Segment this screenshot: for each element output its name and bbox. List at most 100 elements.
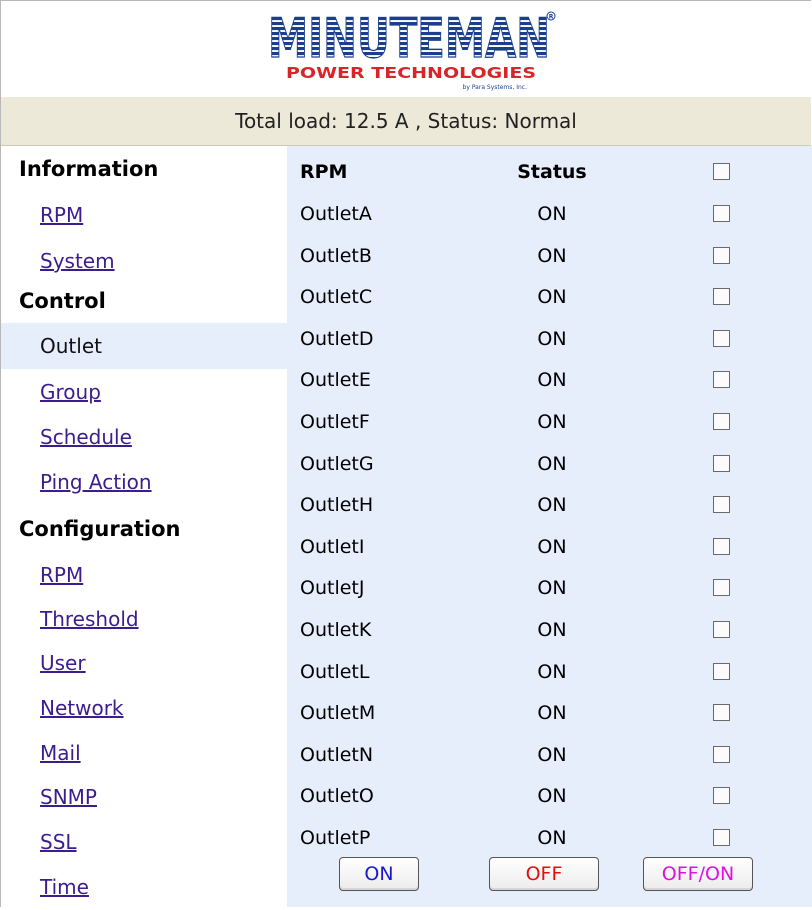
sidebar-link[interactable]: User bbox=[1, 651, 86, 675]
outlet-checkbox[interactable] bbox=[713, 662, 730, 680]
outlet-checkbox[interactable] bbox=[713, 454, 730, 472]
sidebar-link[interactable]: RPM bbox=[1, 563, 83, 587]
table-header: RPM Status bbox=[287, 150, 812, 194]
outlet-name: OutletE bbox=[300, 369, 371, 392]
outlet-checkbox[interactable] bbox=[713, 621, 730, 638]
logo-subline: by Para Systems, Inc. bbox=[463, 84, 528, 91]
header: MINUTEMAN R POWER TECHNOLOGIES by Para S… bbox=[1, 1, 811, 98]
sidebar-item-time[interactable]: Time bbox=[1, 864, 287, 910]
outlet-control-panel: RPM Status OutletA ON OutletB ON OutletC… bbox=[287, 146, 812, 907]
table-row: OutletK ON bbox=[287, 609, 812, 651]
sidebar-link[interactable]: SSL bbox=[1, 830, 77, 854]
sidebar-item-outlet[interactable]: Outlet bbox=[1, 323, 287, 369]
total-load-status: Total load: 12.5 A , Status: Normal bbox=[235, 109, 577, 133]
outlet-name: OutletO bbox=[300, 785, 374, 808]
table-row: OutletI ON bbox=[287, 526, 812, 568]
outlet-checkbox[interactable] bbox=[713, 246, 730, 264]
sidebar-item-group[interactable]: Group bbox=[1, 369, 287, 415]
outlet-checkbox[interactable] bbox=[713, 579, 730, 597]
outlet-status: ON bbox=[537, 702, 567, 725]
section-title-configuration: Configuration bbox=[19, 517, 181, 541]
sidebar-item-rpm-info[interactable]: RPM bbox=[1, 192, 287, 238]
off-on-button[interactable]: OFF/ON bbox=[643, 857, 753, 891]
sidebar-item-network[interactable]: Network bbox=[1, 685, 287, 731]
outlet-checkbox[interactable] bbox=[713, 413, 730, 430]
column-header-status: Status bbox=[517, 161, 587, 183]
outlet-checkbox[interactable] bbox=[713, 745, 730, 763]
outlet-checkbox[interactable] bbox=[713, 496, 730, 514]
outlet-name: OutletF bbox=[300, 411, 370, 433]
sidebar-link[interactable]: System bbox=[1, 249, 115, 273]
table-row: OutletC ON bbox=[287, 276, 812, 318]
sidebar-item-ping-action[interactable]: Ping Action bbox=[1, 459, 287, 505]
outlet-checkbox[interactable] bbox=[713, 537, 730, 555]
outlet-checkbox[interactable] bbox=[713, 829, 730, 846]
sidebar-active-label: Outlet bbox=[40, 334, 102, 358]
sidebar-link[interactable]: Network bbox=[1, 696, 124, 720]
status-bar: Total load: 12.5 A , Status: Normal bbox=[1, 97, 811, 146]
sidebar-link[interactable]: Group bbox=[1, 380, 101, 404]
table-row: OutletB ON bbox=[287, 235, 812, 277]
outlet-status: ON bbox=[537, 452, 567, 475]
sidebar-item-rpm-config[interactable]: RPM bbox=[1, 552, 287, 598]
outlet-status: ON bbox=[537, 660, 567, 683]
sidebar-link[interactable]: Mail bbox=[1, 741, 81, 765]
outlet-name: OutletD bbox=[300, 327, 374, 350]
outlet-status: ON bbox=[537, 244, 567, 267]
outlet-name: OutletJ bbox=[300, 577, 365, 600]
logo-tagline: POWER TECHNOLOGIES bbox=[286, 64, 536, 82]
section-title-control: Control bbox=[19, 289, 106, 313]
logo-wordmark: MINUTEMAN bbox=[268, 7, 550, 70]
outlet-checkbox[interactable] bbox=[713, 205, 730, 222]
sidebar-item-threshold[interactable]: Threshold bbox=[1, 596, 287, 642]
sidebar-item-ssl[interactable]: SSL bbox=[1, 819, 287, 865]
sidebar-link[interactable]: Schedule bbox=[1, 425, 132, 449]
outlet-name: OutletL bbox=[300, 660, 370, 683]
outlet-name: OutletA bbox=[300, 203, 372, 225]
sidebar-item-mail[interactable]: Mail bbox=[1, 730, 287, 776]
svg-text:R: R bbox=[549, 14, 554, 21]
outlet-checkbox[interactable] bbox=[713, 288, 730, 306]
sidebar-link[interactable]: RPM bbox=[1, 203, 83, 227]
outlet-status: ON bbox=[537, 411, 567, 433]
sidebar-link[interactable]: Threshold bbox=[1, 607, 139, 631]
outlet-status: ON bbox=[537, 327, 567, 350]
outlet-status: ON bbox=[537, 535, 567, 558]
select-all-checkbox[interactable] bbox=[713, 163, 730, 180]
table-row: OutletF ON bbox=[287, 401, 812, 443]
minuteman-logo: MINUTEMAN R POWER TECHNOLOGIES by Para S… bbox=[267, 7, 556, 91]
table-row: OutletD ON bbox=[287, 318, 812, 360]
table-row: OutletG ON bbox=[287, 443, 812, 485]
sidebar-item-user[interactable]: User bbox=[1, 640, 287, 686]
section-configuration: Configuration bbox=[1, 506, 287, 552]
on-button[interactable]: ON bbox=[339, 857, 419, 891]
off-button[interactable]: OFF bbox=[489, 857, 599, 891]
outlet-name: OutletP bbox=[300, 827, 371, 849]
outlet-name: OutletG bbox=[300, 452, 374, 475]
outlet-name: OutletC bbox=[300, 286, 373, 309]
outlet-checkbox[interactable] bbox=[713, 704, 730, 722]
outlet-name: OutletI bbox=[300, 535, 365, 558]
sidebar-item-snmp[interactable]: SNMP bbox=[1, 774, 287, 820]
outlet-status: ON bbox=[537, 827, 567, 849]
section-information: Information bbox=[1, 146, 287, 192]
outlet-name: OutletH bbox=[300, 494, 374, 517]
outlet-status: ON bbox=[537, 369, 567, 392]
table-row: OutletN ON bbox=[287, 734, 812, 776]
table-row: OutletL ON bbox=[287, 651, 812, 693]
outlet-status: ON bbox=[537, 203, 567, 225]
sidebar-link[interactable]: SNMP bbox=[1, 785, 97, 809]
outlet-checkbox[interactable] bbox=[713, 329, 730, 347]
sidebar-item-schedule[interactable]: Schedule bbox=[1, 414, 287, 460]
outlet-checkbox[interactable] bbox=[713, 371, 730, 389]
sidebar-nav: Information RPM System Control Outlet Gr… bbox=[1, 146, 287, 907]
section-control: Control bbox=[1, 278, 287, 324]
outlet-name: OutletB bbox=[300, 244, 372, 267]
outlet-checkbox[interactable] bbox=[713, 787, 730, 805]
sidebar-link[interactable]: Ping Action bbox=[1, 470, 152, 494]
table-row: OutletA ON bbox=[287, 193, 812, 235]
outlet-status: ON bbox=[537, 785, 567, 808]
table-row: OutletJ ON bbox=[287, 567, 812, 609]
table-row: OutletH ON bbox=[287, 484, 812, 526]
sidebar-link[interactable]: Time bbox=[1, 875, 89, 899]
